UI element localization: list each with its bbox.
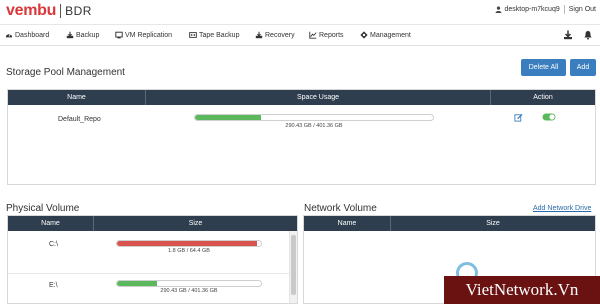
nav-backup[interactable]: Backup [66,31,99,39]
logo-text: vembu [6,2,57,19]
backup-icon [66,31,74,39]
nav-management[interactable]: Management [360,31,411,39]
add-button[interactable]: Add [570,59,596,76]
toggle-switch-icon[interactable] [542,113,556,121]
top-bar: vembu BDR desktop-m7kcuq9 Sign Out [0,0,600,22]
volume-usage-label: 1.8 GB / 64.4 GB [168,248,210,254]
physical-volume-header: Name Size [8,216,297,231]
nav-management-label: Management [370,31,411,39]
add-network-drive-link[interactable]: Add Network Drive [533,205,591,212]
volume-usage-label: 290.43 GB / 401.36 GB [160,288,218,294]
user-area: desktop-m7kcuq9 Sign Out [495,5,596,14]
user-icon [496,6,502,13]
nav-recovery-label: Recovery [265,31,295,39]
vm-replication-icon [115,31,123,39]
edit-icon[interactable] [514,113,523,122]
pv-col-size[interactable]: Size [94,216,297,231]
repo-name[interactable]: Default_Repo [58,116,101,123]
bell-icon[interactable] [583,30,593,40]
col-name[interactable]: Name [8,90,146,105]
physical-volume-table: Name Size C:\ 1.8 GB / 64.4 GB E:\ 290.4… [7,215,298,304]
watermark: VietNetwork.Vn [444,276,600,304]
nav-dashboard[interactable]: Dashboard [5,31,49,39]
delete-all-button[interactable]: Delete All [521,59,566,76]
nav-recovery[interactable]: Recovery [255,31,295,39]
row-divider [8,273,289,274]
reports-icon [309,31,317,39]
logo-divider [60,4,62,18]
storage-pool-header: Name Space Usage Action [8,90,595,105]
space-usage-label: 290.43 GB / 401.36 GB [285,123,343,129]
recovery-icon [255,31,263,39]
nav-reports-label: Reports [319,31,344,39]
main-nav: Dashboard Backup VM Replication Tape Bac… [0,24,600,46]
storage-pool-table: Name Space Usage Action Default_Repo 290… [7,89,596,185]
physical-volume-scrollbar[interactable] [289,231,297,303]
col-action[interactable]: Action [491,90,595,105]
space-usage-fill [195,115,261,120]
pv-col-name[interactable]: Name [8,216,94,231]
dashboard-icon [5,33,13,38]
nav-vm-replication-label: VM Replication [125,31,173,39]
space-usage-bar [194,114,434,121]
nav-tape-backup-label: Tape Backup [199,31,240,39]
network-volume-header: Name Size [304,216,595,231]
physical-volume-title: Physical Volume [6,203,80,214]
storage-pool-title: Storage Pool Management [6,67,125,78]
volume-name[interactable]: C:\ [49,241,58,248]
nav-reports[interactable]: Reports [309,31,344,39]
network-volume-title: Network Volume [304,203,377,214]
user-divider [563,5,565,14]
volume-usage-bar [116,280,262,287]
download-icon[interactable] [563,30,573,40]
nav-vm-replication[interactable]: VM Replication [115,31,172,39]
volume-usage-fill [117,281,157,286]
volume-usage-fill [117,241,257,246]
tape-icon [189,32,197,38]
volume-usage-bar [116,240,262,247]
col-space-usage[interactable]: Space Usage [146,90,491,105]
nav-backup-label: Backup [76,31,100,39]
scrollbar-thumb[interactable] [291,235,296,295]
nav-tape-backup[interactable]: Tape Backup [189,31,239,39]
username[interactable]: desktop-m7kcuq9 [504,6,559,13]
nv-col-size[interactable]: Size [391,216,595,231]
vembu-logo[interactable]: vembu BDR [6,2,92,20]
product-name: BDR [65,4,92,18]
volume-name[interactable]: E:\ [49,282,58,289]
nv-col-name[interactable]: Name [304,216,391,231]
nav-dashboard-label: Dashboard [15,31,50,39]
management-icon [360,31,368,39]
sign-out-link[interactable]: Sign Out [569,6,596,13]
